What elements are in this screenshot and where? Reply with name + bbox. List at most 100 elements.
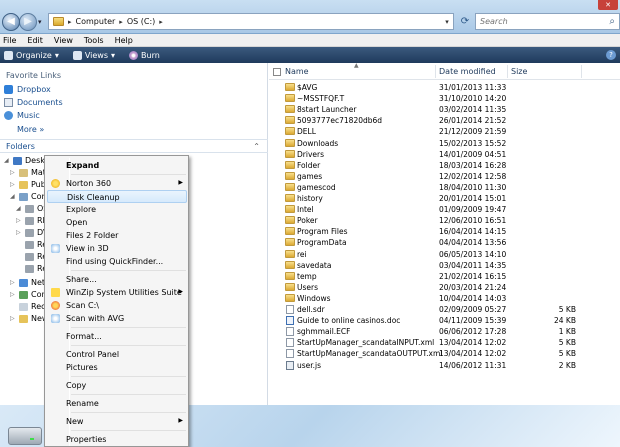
file-row[interactable]: dell.sdr 02/09/2009 05:27 5 KB bbox=[269, 304, 620, 315]
expand-arrow-icon[interactable]: ▷ bbox=[10, 291, 16, 298]
tree-item-removable[interactable]: Re bbox=[16, 251, 47, 262]
expand-arrow-icon[interactable]: ▷ bbox=[10, 181, 16, 188]
collapse-arrow-icon[interactable]: ◢ bbox=[4, 157, 10, 164]
chevron-right-icon[interactable]: ▸ bbox=[68, 18, 72, 26]
collapse-arrow-icon[interactable]: ◢ bbox=[10, 193, 16, 200]
expand-arrow-icon[interactable]: ▷ bbox=[16, 229, 22, 236]
column-divider[interactable] bbox=[507, 65, 508, 78]
recent-pages-dropdown[interactable]: ▾ bbox=[38, 18, 42, 26]
menu-help[interactable]: Help bbox=[115, 36, 133, 45]
menu-view[interactable]: View bbox=[54, 36, 73, 45]
menu-item-winzip[interactable]: WinZip System Utilities Suite ▶ bbox=[47, 286, 187, 299]
column-divider[interactable] bbox=[581, 65, 582, 78]
file-row[interactable]: temp 21/02/2014 16:15 bbox=[269, 271, 620, 282]
menu-edit[interactable]: Edit bbox=[27, 36, 43, 45]
file-row[interactable]: gamescod 18/04/2010 11:30 bbox=[269, 182, 620, 193]
menu-item-scan-avg[interactable]: Scan with AVG bbox=[47, 312, 187, 325]
menu-item-disk-cleanup[interactable]: Disk Cleanup bbox=[47, 190, 187, 203]
tree-item-removable[interactable]: Re bbox=[16, 239, 47, 250]
search-box[interactable]: ⌕ bbox=[475, 13, 620, 30]
collapse-arrow-icon[interactable]: ◢ bbox=[16, 205, 22, 212]
menu-item-explore[interactable]: Explore bbox=[47, 203, 187, 216]
close-window-button[interactable]: ✕ bbox=[598, 0, 618, 10]
file-row[interactable]: Downloads 15/02/2013 15:52 bbox=[269, 138, 620, 149]
file-row[interactable]: Poker 12/06/2010 16:51 bbox=[269, 215, 620, 226]
expand-arrow-icon[interactable]: ▷ bbox=[16, 217, 22, 224]
select-all-checkbox[interactable] bbox=[273, 68, 281, 76]
menu-label: Format... bbox=[66, 332, 102, 341]
tree-item-drive[interactable]: ▷ RE bbox=[16, 215, 48, 226]
forward-button[interactable]: ▶ bbox=[19, 13, 37, 31]
menu-item-open[interactable]: Open bbox=[47, 216, 187, 229]
file-row[interactable]: $AVG 31/01/2013 11:33 bbox=[269, 82, 620, 93]
file-row[interactable]: history 20/01/2014 15:01 bbox=[269, 193, 620, 204]
menu-item-properties[interactable]: Properties bbox=[47, 433, 187, 446]
file-row[interactable]: StartUpManager_scandataOUTPUT.xml 13/04/2… bbox=[269, 348, 620, 359]
refresh-button[interactable]: ⟳ bbox=[458, 14, 472, 29]
menu-item-copy[interactable]: Copy bbox=[47, 379, 187, 392]
file-row[interactable]: StartUpManager_scandataINPUT.xml 13/04/20… bbox=[269, 337, 620, 348]
file-row[interactable]: Folder 18/03/2014 16:28 bbox=[269, 160, 620, 171]
file-row[interactable]: rei 06/05/2013 14:10 bbox=[269, 249, 620, 260]
folders-bar[interactable]: Folders ⌃ bbox=[0, 139, 268, 153]
burn-button[interactable]: Burn bbox=[129, 50, 160, 60]
column-header-date[interactable]: Date modified bbox=[439, 67, 496, 76]
menu-item-quickfinder[interactable]: Find using QuickFinder... bbox=[47, 255, 187, 268]
file-row[interactable]: savedata 03/04/2011 14:35 bbox=[269, 260, 620, 271]
help-button[interactable]: ? bbox=[606, 50, 616, 60]
breadcrumb-os-c[interactable]: OS (C:) bbox=[127, 17, 155, 26]
search-input[interactable] bbox=[480, 17, 600, 26]
file-date: 21/02/2014 16:15 bbox=[439, 271, 507, 281]
column-divider[interactable] bbox=[435, 65, 436, 78]
file-row[interactable]: DELL 21/12/2009 21:59 bbox=[269, 126, 620, 137]
menu-item-new[interactable]: New ▶ bbox=[47, 415, 187, 428]
chevron-right-icon[interactable]: ▸ bbox=[119, 18, 123, 26]
organize-button[interactable]: Organize ▾ bbox=[4, 50, 59, 60]
menu-item-expand[interactable]: Expand bbox=[47, 159, 187, 172]
favorite-link-music[interactable]: Music bbox=[4, 111, 40, 120]
menu-item-pictures[interactable]: Pictures bbox=[47, 361, 187, 374]
file-row[interactable]: Guide to online casinos.doc 04/11/2009 15… bbox=[269, 315, 620, 326]
folder-icon bbox=[285, 282, 295, 291]
search-icon[interactable]: ⌕ bbox=[609, 16, 615, 27]
more-links[interactable]: More » bbox=[17, 125, 44, 134]
breadcrumb-computer[interactable]: Computer bbox=[76, 17, 116, 26]
file-row[interactable]: user.js 14/06/2012 11:31 2 KB bbox=[269, 360, 620, 371]
file-row[interactable]: 8start Launcher 03/02/2014 11:35 bbox=[269, 104, 620, 115]
expand-arrow-icon[interactable]: ▷ bbox=[10, 279, 16, 286]
chevron-down-icon[interactable]: ▾ bbox=[441, 18, 453, 26]
menu-item-control-panel[interactable]: Control Panel bbox=[47, 348, 187, 361]
tree-item-removable[interactable]: Re bbox=[16, 263, 47, 274]
chevron-right-icon[interactable]: ▸ bbox=[159, 18, 163, 26]
file-row[interactable]: 5093777ec71820db6d 26/01/2014 21:52 bbox=[269, 115, 620, 126]
expand-arrow-icon[interactable]: ▷ bbox=[10, 315, 16, 322]
column-header-name[interactable]: Name bbox=[285, 67, 309, 76]
menu-file[interactable]: File bbox=[3, 36, 16, 45]
menu-item-view-in-3d[interactable]: View in 3D bbox=[47, 242, 187, 255]
file-row[interactable]: Users 20/03/2014 21:24 bbox=[269, 282, 620, 293]
views-button[interactable]: Views ▾ bbox=[72, 50, 115, 60]
menu-item-rename[interactable]: Rename bbox=[47, 397, 187, 410]
menu-separator bbox=[71, 327, 186, 328]
menu-tools[interactable]: Tools bbox=[84, 36, 104, 45]
menu-item-norton[interactable]: Norton 360 ▶ bbox=[47, 177, 187, 190]
file-row[interactable]: sghmmail.ECF 06/06/2012 17:28 1 KB bbox=[269, 326, 620, 337]
file-row[interactable]: Program Files 16/04/2014 14:15 bbox=[269, 226, 620, 237]
file-row[interactable]: Windows 10/04/2014 14:03 bbox=[269, 293, 620, 304]
favorite-link-dropbox[interactable]: Dropbox bbox=[4, 85, 51, 94]
expand-arrow-icon[interactable]: ▷ bbox=[10, 169, 16, 176]
menu-item-scan-c[interactable]: Scan C:\ bbox=[47, 299, 187, 312]
file-row[interactable]: ~MSSTFQF.T 31/10/2010 14:20 bbox=[269, 93, 620, 104]
file-row[interactable]: Drivers 14/01/2009 04:51 bbox=[269, 149, 620, 160]
address-field[interactable]: ▸ Computer ▸ OS (C:) ▸ ▾ bbox=[48, 13, 454, 30]
menu-item-files-2-folder[interactable]: Files 2 Folder bbox=[47, 229, 187, 242]
file-row[interactable]: games 12/02/2014 12:58 bbox=[269, 171, 620, 182]
favorite-link-documents[interactable]: Documents bbox=[4, 98, 63, 107]
back-button[interactable]: ◀ bbox=[2, 13, 20, 31]
menu-item-share[interactable]: Share... bbox=[47, 273, 187, 286]
file-row[interactable]: Intel 01/09/2009 19:47 bbox=[269, 204, 620, 215]
menu-item-format[interactable]: Format... bbox=[47, 330, 187, 343]
column-header-size[interactable]: Size bbox=[511, 67, 527, 76]
tree-item-new-folder[interactable]: ▷ New bbox=[10, 313, 48, 324]
file-row[interactable]: ProgramData 04/04/2014 13:56 bbox=[269, 237, 620, 248]
